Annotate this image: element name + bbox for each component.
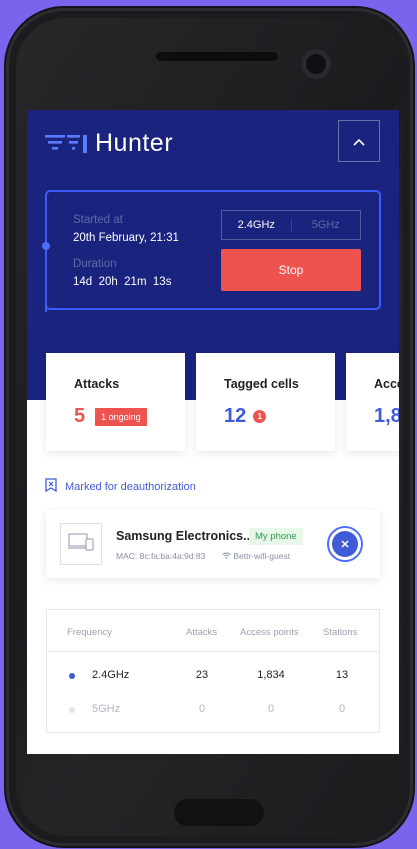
started-value: 20th February, 21:31 — [73, 232, 179, 244]
freq-option-5ghz[interactable]: 5GHz — [290, 219, 361, 231]
session-card: Started at 20th February, 21:31 Duration… — [42, 190, 381, 312]
device-network-name: Bettr-wifi-guest — [233, 551, 291, 561]
stat-card-attacks[interactable]: Attacks 5 1 ongoing — [46, 353, 185, 451]
device-name: Samsung Electronics... — [116, 529, 254, 543]
frequency-toggle: 2.4GHz 5GHz — [221, 210, 361, 240]
home-button[interactable] — [174, 799, 264, 826]
table-header-divider — [47, 651, 379, 652]
cell-access-points: 1,834 — [257, 669, 285, 681]
duration-value: 14d 20h 21m 13s — [73, 276, 172, 288]
count-badge: 1 — [253, 410, 267, 423]
device-mac: MAC: 8c:fa:ba:4a:9d:83 — [116, 551, 206, 561]
started-label: Started at — [73, 214, 123, 226]
timeline-line — [45, 246, 47, 312]
cell-stations: 13 — [335, 669, 349, 681]
speaker-grille — [156, 52, 278, 61]
cell-attacks: 0 — [198, 703, 206, 715]
column-header-frequency: Frequency — [67, 627, 112, 638]
cell-stations: 0 — [338, 703, 346, 715]
devices-icon — [68, 532, 94, 556]
stat-value: 12 — [224, 405, 247, 427]
device-tag: My phone — [249, 528, 303, 545]
column-header-attacks: Attacks — [186, 627, 218, 638]
app-screen: Hunter Started at 20th February, 21:31 D… — [27, 110, 399, 754]
timeline-dot — [42, 242, 50, 250]
app-logo: Hunter — [45, 128, 174, 157]
device-network: Bettr-wifi-guest — [222, 551, 290, 561]
cell-frequency: 5GHz — [92, 703, 121, 715]
frequency-table: Frequency Attacks Access points Stations… — [46, 609, 380, 733]
close-icon — [332, 531, 358, 557]
ongoing-pill: 1 ongoing — [95, 407, 147, 426]
cell-frequency: 2.4GHz — [92, 669, 130, 681]
stat-card-tagged-cells[interactable]: Tagged cells 12 1 — [196, 353, 335, 451]
column-header-access-points: Access points — [240, 627, 299, 638]
stat-card-access-points[interactable]: Acce 1,8 — [346, 353, 399, 451]
stat-value: 1,8 — [374, 405, 399, 427]
wifi-icon — [222, 551, 233, 561]
stat-title: Tagged cells — [224, 377, 299, 391]
cell-access-points: 0 — [267, 703, 275, 715]
marked-heading: Marked for deauthorization — [45, 478, 196, 495]
freq-option-2-4ghz[interactable]: 2.4GHz — [222, 219, 291, 231]
column-header-stations: Stations — [323, 627, 358, 638]
marked-heading-text: Marked for deauthorization — [65, 480, 196, 493]
stat-value: 5 — [74, 405, 86, 427]
wifi-logo-icon — [45, 132, 93, 154]
cell-attacks: 23 — [195, 669, 209, 681]
stat-title: Attacks — [74, 377, 120, 391]
chevron-up-icon — [353, 133, 365, 149]
duration-label: Duration — [73, 258, 117, 270]
device-card[interactable]: Samsung Electronics... My phone MAC: 8c:… — [46, 510, 380, 578]
bookmark-x-icon — [45, 478, 57, 495]
stop-button[interactable]: Stop — [221, 249, 361, 291]
device-thumbnail — [60, 523, 102, 565]
inactive-dot — [69, 707, 75, 713]
stat-title: Acce — [374, 377, 399, 391]
front-camera — [301, 49, 331, 79]
app-name: Hunter — [95, 128, 174, 157]
collapse-button[interactable] — [338, 120, 380, 162]
remove-device-button[interactable] — [327, 526, 363, 562]
active-dot — [69, 673, 75, 679]
